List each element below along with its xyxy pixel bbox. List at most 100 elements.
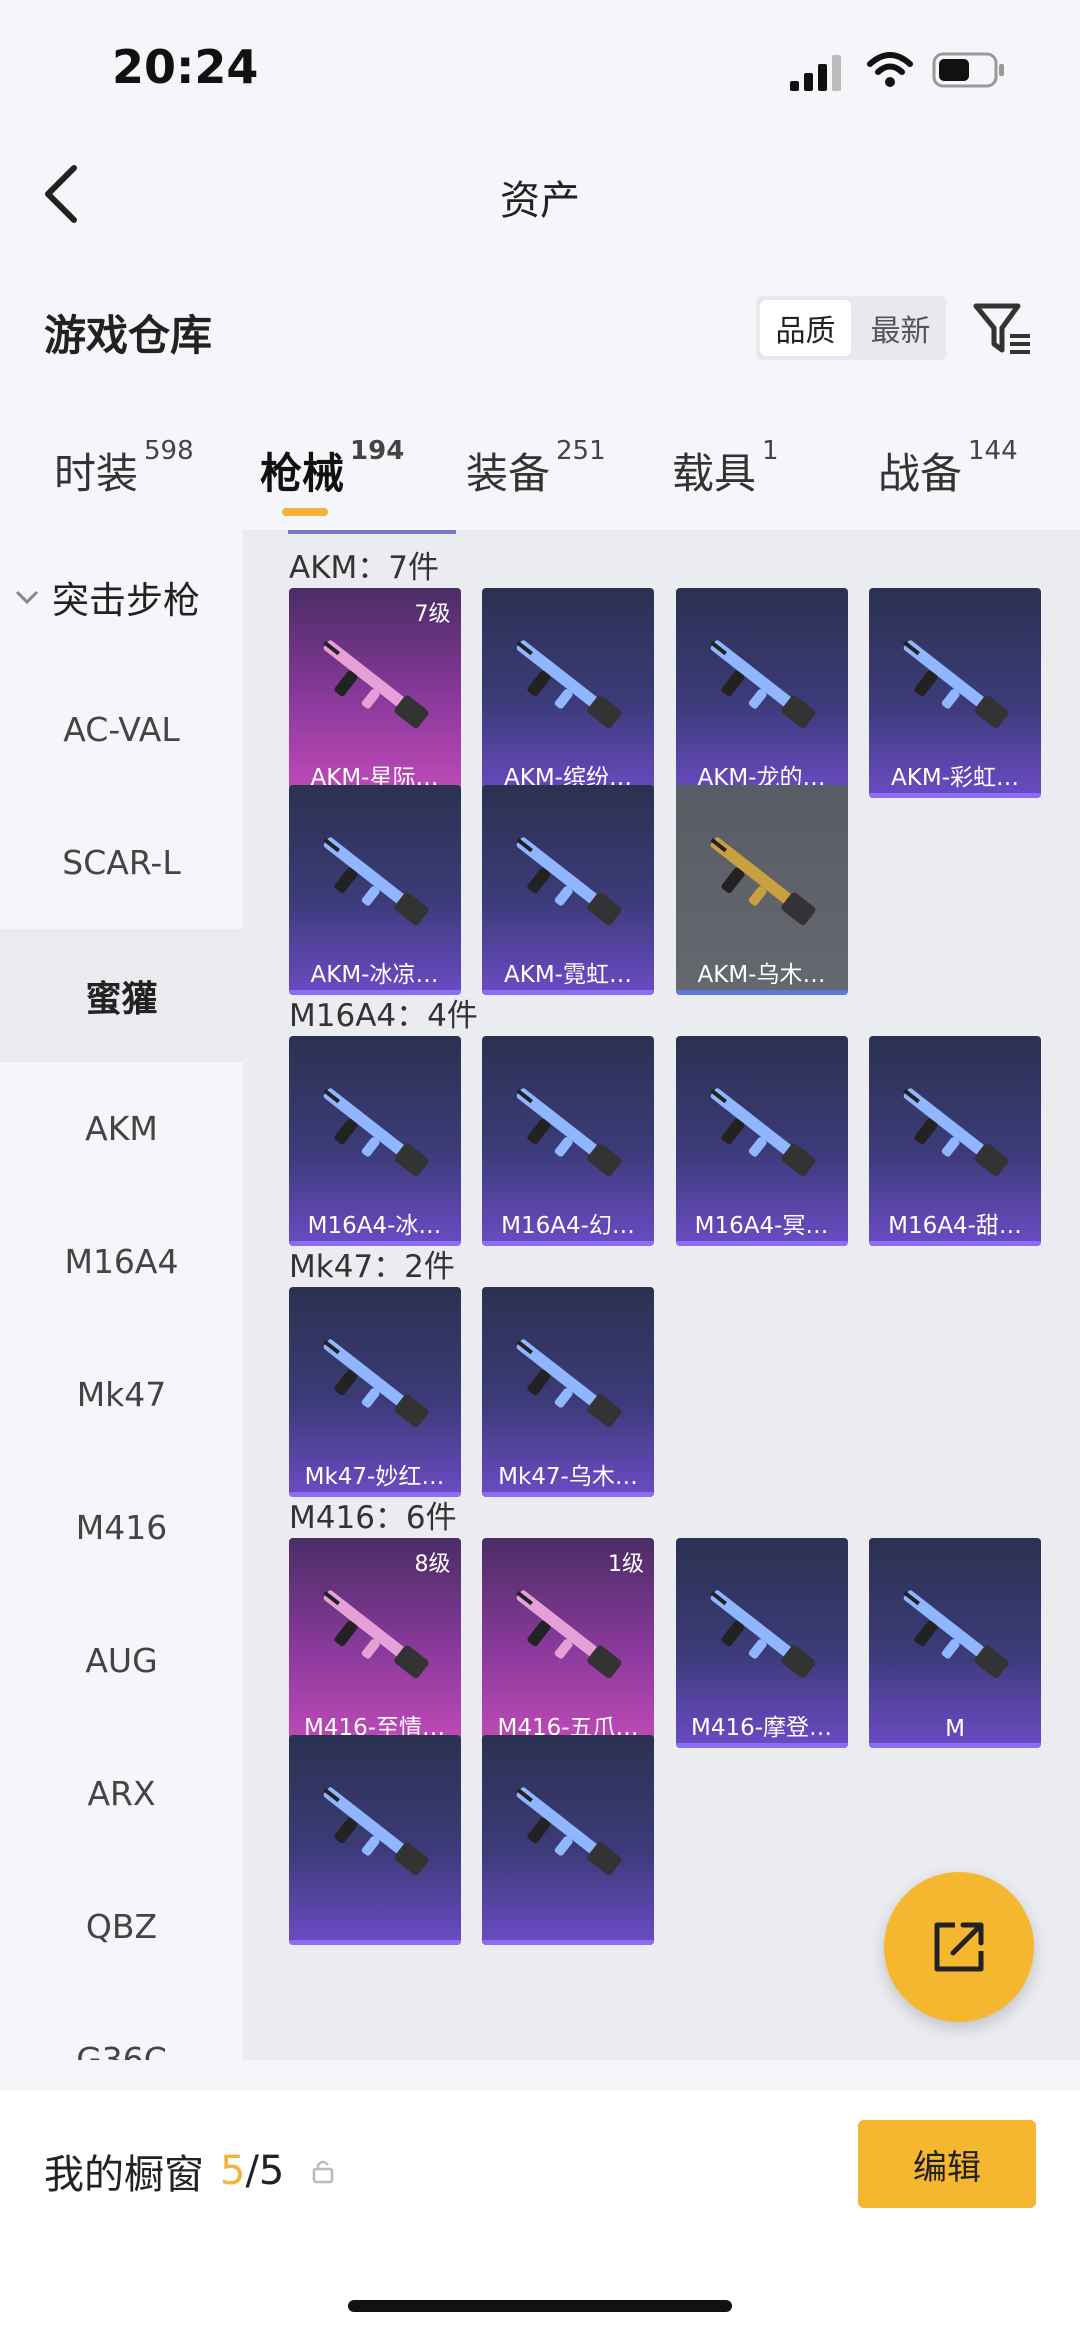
weapon-card[interactable]: AKM-缤纷… [482, 588, 654, 798]
weapon-name: AKM-冰凉… [310, 962, 439, 988]
section-title: Mk47：2件 [289, 1249, 455, 1285]
sidebar-group-assault-rifle[interactable]: 突击步枪 [14, 570, 200, 624]
showcase-count: 5/5 [220, 2148, 284, 2194]
showcase-count-current: 5 [220, 2148, 246, 2194]
filter-icon[interactable] [972, 300, 1034, 358]
weapon-card[interactable]: M16A4-冰… [288, 1036, 461, 1246]
rifle-icon [516, 1339, 622, 1428]
rifle-icon [516, 1088, 622, 1177]
tab-count: 1 [762, 436, 779, 466]
rifle-icon [322, 1787, 428, 1876]
chevron-down-icon [15, 590, 39, 605]
rifle-icon [516, 1787, 622, 1876]
tab-weapons[interactable]: 枪械 194 [260, 436, 404, 501]
section-title: M16A4：4件 [289, 998, 478, 1034]
weapon-card[interactable] [288, 1735, 461, 1945]
tab-equipment[interactable]: 装备 251 [466, 436, 606, 501]
share-fab[interactable] [884, 1872, 1034, 2022]
warehouse-title: 游戏仓库 [44, 311, 213, 360]
tab-label: 时装 [54, 449, 139, 498]
weapon-card[interactable]: M16A4-幻… [482, 1036, 654, 1246]
rifle-icon [709, 640, 815, 729]
tab-label: 战备 [878, 449, 963, 498]
sort-quality-button[interactable]: 品质 [760, 300, 851, 356]
rifle-icon [516, 1590, 622, 1679]
weapon-card[interactable]: M416-摩登… [675, 1538, 848, 1748]
weapon-type-sidebar: 突击步枪 AC-VAL SCAR-L 蜜獾 AKM M16A4 Mk47 M41… [0, 530, 243, 2060]
weapon-card[interactable]: AKM-彩虹… [869, 588, 1041, 798]
level-badge: 7级 [414, 602, 451, 627]
rarity-bar [869, 1241, 1041, 1246]
sidebar-item-akm[interactable]: AKM [0, 1062, 243, 1195]
weapon-name: Mk47-乌木… [498, 1464, 638, 1490]
tab-count: 194 [350, 436, 405, 466]
weapon-card[interactable]: M16A4-冥… [675, 1036, 848, 1246]
sort-newest-button[interactable]: 最新 [855, 296, 946, 360]
share-icon [934, 1922, 984, 1972]
rarity-bar [482, 1940, 654, 1945]
weapon-name: M16A4-幻… [501, 1213, 635, 1239]
wifi-icon [867, 52, 913, 87]
rifle-icon [709, 1590, 815, 1679]
rarity-bar [482, 1241, 654, 1246]
tab-fashion[interactable]: 时装 598 [54, 436, 194, 501]
tab-label: 装备 [466, 449, 551, 498]
rarity-bar [482, 1492, 654, 1497]
rifle-icon [322, 640, 428, 729]
tab-count: 144 [968, 436, 1018, 466]
sidebar-item-mk47[interactable]: Mk47 [0, 1328, 243, 1461]
weapon-card[interactable]: 7级 AKM-星际… [288, 588, 461, 798]
weapon-card[interactable]: M16A4-甜… [869, 1036, 1041, 1246]
showcase-label: 我的橱窗 [44, 2152, 204, 2198]
weapon-card[interactable]: AKM-冰凉… [288, 785, 461, 995]
sidebar-item-m16a4[interactable]: M16A4 [0, 1195, 243, 1328]
active-tab-indicator [282, 508, 328, 516]
weapon-card[interactable]: AKM-乌木… [675, 785, 848, 995]
category-tabs: 时装 598 枪械 194 装备 251 载具 1 战备 144 [0, 430, 1080, 530]
weapon-card[interactable]: M [869, 1538, 1041, 1748]
weapon-card[interactable]: 1级 M416-五爪… [482, 1538, 654, 1748]
tab-vehicles[interactable]: 载具 1 [672, 436, 779, 501]
rarity-bar [675, 1743, 848, 1748]
sidebar-item-scarl[interactable]: SCAR-L [0, 796, 243, 929]
rifle-icon [322, 1088, 428, 1177]
weapon-name: AKM-霓虹… [504, 962, 632, 988]
weapon-card[interactable]: AKM-龙的… [675, 588, 848, 798]
weapon-name: M16A4-冰… [307, 1213, 442, 1239]
sidebar-item-arx[interactable]: ARX [0, 1727, 243, 1860]
sidebar-item-g36c[interactable]: G36C [0, 1993, 243, 2060]
weapon-card[interactable]: AKM-霓虹… [482, 785, 654, 995]
weapon-name: AKM-乌木… [697, 962, 826, 988]
weapon-card[interactable]: Mk47-乌木… [482, 1287, 654, 1497]
tab-label: 载具 [672, 449, 757, 498]
edit-button[interactable]: 编辑 [858, 2120, 1036, 2208]
rifle-icon [322, 1339, 428, 1428]
rifle-icon [903, 1590, 1009, 1679]
sidebar-item-aug[interactable]: AUG [0, 1594, 243, 1727]
tab-gear[interactable]: 战备 144 [878, 436, 1018, 501]
weapon-card[interactable] [482, 1735, 654, 1945]
level-badge: 8级 [414, 1552, 451, 1577]
weapon-name: M16A4-冥… [694, 1213, 829, 1239]
rifle-icon [709, 1088, 815, 1177]
rarity-bar [482, 990, 654, 995]
status-bar: 20:24 [0, 0, 1080, 130]
weapon-name: Mk47-妙红… [304, 1464, 445, 1490]
rifle-icon [322, 837, 428, 926]
rifle-icon [903, 640, 1009, 729]
sidebar-item-acval[interactable]: AC-VAL [0, 663, 243, 796]
section-title: AKM：7件 [289, 550, 440, 586]
nav-bar: 资产 [0, 130, 1080, 260]
battery-icon [932, 52, 1004, 88]
rifle-icon [709, 837, 815, 926]
section-title: M416：6件 [289, 1500, 457, 1536]
sidebar-item-m416[interactable]: M416 [0, 1461, 243, 1594]
weapon-card[interactable]: 8级 M416-至情… [288, 1538, 461, 1748]
weapon-card[interactable]: Mk47-妙红… [288, 1287, 461, 1497]
sidebar-item-honey-badger[interactable]: 蜜獾 [0, 929, 243, 1062]
rarity-bar [675, 990, 848, 995]
sidebar-item-qbz[interactable]: QBZ [0, 1860, 243, 1993]
sidebar-group-label: 突击步枪 [52, 579, 200, 622]
rifle-icon [903, 1088, 1009, 1177]
signal-icon [790, 55, 841, 91]
